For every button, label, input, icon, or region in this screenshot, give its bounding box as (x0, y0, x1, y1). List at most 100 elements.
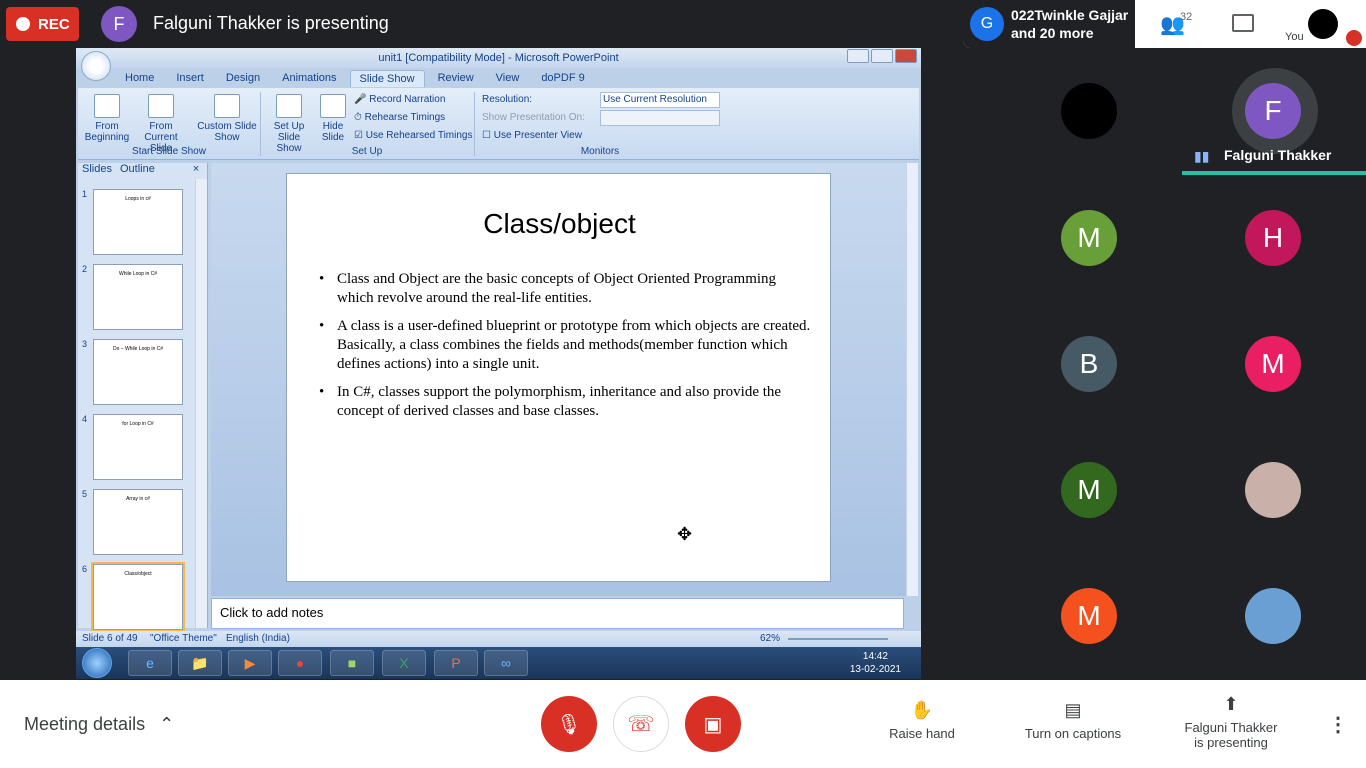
pane-tabs: Slides Outline × (78, 163, 208, 179)
slideshow-icon (94, 94, 120, 118)
custom-show-icon (214, 94, 240, 118)
rehearse-timings-button[interactable]: ⏱ Rehearse Timings (354, 112, 445, 123)
from-current-slide-button[interactable]: From Current Slide (136, 94, 186, 154)
captions-button[interactable]: ▤ Turn on captions (1008, 700, 1138, 741)
slide-bullets[interactable]: Class and Object are the basic concepts … (317, 270, 812, 430)
internet-explorer-icon[interactable]: e (128, 650, 172, 676)
editor-scrollbar[interactable] (906, 163, 918, 596)
use-rehearsed-timings-checkbox[interactable]: ☑ Use Rehearsed Timings (354, 130, 472, 141)
setup-slide-show-button[interactable]: Set Up Slide Show (266, 94, 312, 154)
captions-icon: ▤ (1064, 700, 1082, 720)
slide-thumbnail: for Loop in C# (93, 414, 184, 480)
raise-hand-button[interactable]: ✋ Raise hand (857, 700, 987, 741)
participant-avatar[interactable]: M (1245, 336, 1301, 392)
presenter-view-checkbox[interactable]: ☐ Use Presenter View (482, 130, 582, 141)
zoom-slider[interactable] (788, 638, 888, 640)
hide-slide-icon (320, 94, 346, 118)
chrome-icon[interactable]: ● (278, 650, 322, 676)
tab-slide-show[interactable]: Slide Show (349, 70, 425, 87)
from-beginning-button[interactable]: From Beginning (84, 94, 130, 143)
slide-thumbnail: Do – While Loop in C# (93, 339, 184, 405)
tab-slides[interactable]: Slides (82, 163, 112, 179)
camera-toggle-button[interactable]: ▣ (685, 696, 741, 752)
custom-slide-show-button[interactable]: Custom Slide Show (196, 94, 258, 143)
start-icon[interactable] (82, 648, 112, 678)
media-player-icon[interactable]: ▶ (228, 650, 272, 676)
thumbnail-item[interactable]: 4 for Loop in C# (82, 414, 192, 480)
present-now-button[interactable]: ⬆ Falguni Thakker is presenting (1166, 694, 1296, 750)
rec-label: REC (38, 15, 70, 33)
notes-field[interactable]: Click to add notes (211, 598, 904, 629)
slide-count: Slide 6 of 49 (82, 633, 138, 644)
mic-off-icon (1346, 30, 1362, 46)
more-options-icon[interactable]: ⋮ (1328, 712, 1348, 737)
powerpoint-icon[interactable]: P (434, 650, 478, 676)
close-icon[interactable]: × (193, 163, 199, 179)
tab-animations[interactable]: Animations (273, 70, 345, 87)
bullet-item: A class is a user-defined blueprint or p… (317, 317, 812, 374)
participant-avatar[interactable]: M (1061, 210, 1117, 266)
participant-avatar[interactable]: B (1061, 336, 1117, 392)
window-title: unit1 [Compatibility Mode] - Microsoft P… (76, 48, 921, 68)
tab-review[interactable]: Review (429, 70, 483, 87)
mic-toggle-button[interactable]: 🎙 (541, 696, 597, 752)
hide-slide-button[interactable]: Hide Slide (316, 94, 350, 143)
office-button[interactable] (81, 51, 111, 81)
you-label: You (1285, 31, 1304, 43)
thumbnail-item[interactable]: 5 Array in c# (82, 489, 192, 555)
system-clock: 14:42 13-02-2021 (849, 651, 901, 675)
tab-insert[interactable]: Insert (167, 70, 213, 87)
thumbnail-item-selected[interactable]: 6 Class/object (82, 562, 192, 632)
thumbnail-scrollbar[interactable] (195, 179, 207, 628)
maximize-icon[interactable] (871, 49, 893, 63)
close-icon[interactable] (895, 49, 917, 63)
zoom-level[interactable]: 62% (760, 633, 780, 644)
group-label: Set Up (351, 146, 383, 157)
speaker-name-line2: and 20 more (1011, 25, 1094, 41)
chat-icon[interactable] (1232, 14, 1254, 32)
participant-photo[interactable] (1245, 588, 1301, 644)
notes-icon[interactable]: ■ (330, 650, 374, 676)
record-narration-button[interactable]: 🎤 Record Narration (354, 94, 445, 105)
participant-avatar[interactable] (1061, 83, 1117, 139)
chevron-up-icon: ⌃ (159, 714, 175, 734)
participants-panel (998, 48, 1366, 679)
slide-thumbnail: Class/object (91, 562, 186, 632)
show-on-select[interactable] (600, 110, 720, 126)
presenting-title: Falguni Thakker is presenting (153, 13, 389, 33)
speaking-icon: ▮▮ (1194, 148, 1210, 164)
theme-name: "Office Theme" (150, 633, 217, 644)
slide-title[interactable]: Class/object (287, 208, 832, 240)
participant-avatar[interactable]: M (1061, 462, 1117, 518)
tab-design[interactable]: Design (217, 70, 269, 87)
participant-photo[interactable] (1245, 462, 1301, 518)
meeting-details-button[interactable]: Meeting details ⌃ (24, 714, 174, 735)
participant-avatar[interactable]: H (1245, 210, 1301, 266)
hangup-icon: ☏ (627, 711, 655, 736)
recording-badge: REC (6, 7, 79, 41)
hand-icon: ✋ (910, 700, 934, 720)
tab-view[interactable]: View (487, 70, 529, 87)
resolution-select[interactable]: Use Current Resolution (600, 92, 720, 108)
app-icon[interactable]: ∞ (484, 650, 528, 676)
tab-dopdf[interactable]: doPDF 9 (532, 70, 593, 87)
divider (474, 92, 475, 156)
tab-outline[interactable]: Outline (120, 163, 155, 179)
thumbnail-item[interactable]: 3 Do – While Loop in C# (82, 339, 192, 405)
presenting-indicator (1182, 171, 1366, 175)
participant-avatar[interactable]: F (1245, 83, 1301, 139)
setup-icon (276, 94, 302, 118)
end-call-button[interactable]: ☏ (613, 696, 669, 752)
minimize-icon[interactable] (847, 49, 869, 63)
thumbnail-item[interactable]: 2 While Loop in C# (82, 264, 192, 330)
slide-editor: Class/object Class and Object are the ba… (211, 163, 918, 596)
participant-avatar[interactable]: M (1061, 588, 1117, 644)
tab-home[interactable]: Home (116, 70, 163, 87)
folder-icon[interactable]: 📁 (178, 650, 222, 676)
thumbnail-list: 1 Loops in c# 2 While Loop in C# 3 Do – … (82, 189, 192, 639)
excel-icon[interactable]: X (382, 650, 426, 676)
ribbon-tabs: Home Insert Design Animations Slide Show… (116, 70, 594, 87)
thumbnail-item[interactable]: 1 Loops in c# (82, 189, 192, 255)
current-slide[interactable]: Class/object Class and Object are the ba… (286, 173, 831, 582)
bullet-item: In C#, classes support the polymorphism,… (317, 383, 812, 421)
